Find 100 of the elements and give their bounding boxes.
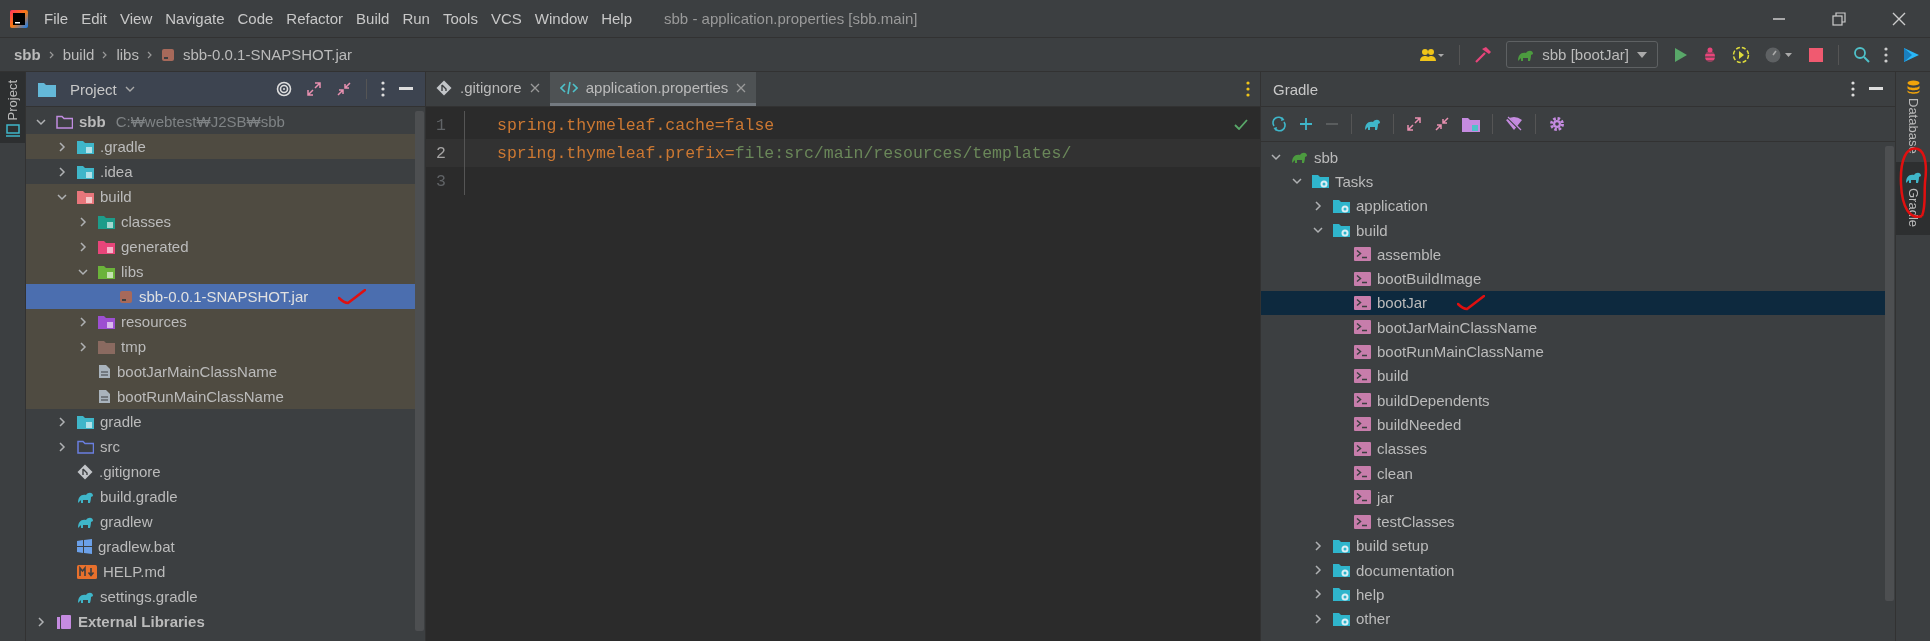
- chevron-right-icon[interactable]: [1313, 540, 1323, 551]
- tree-item[interactable]: buildNeeded: [1261, 412, 1885, 437]
- chevron-right-icon[interactable]: [78, 216, 88, 227]
- tree-item[interactable]: assemble: [1261, 242, 1885, 267]
- menu-item[interactable]: Help: [601, 10, 633, 27]
- chevron-right-icon[interactable]: [1313, 613, 1323, 624]
- chevron-down-icon[interactable]: [57, 191, 67, 202]
- tree-item[interactable]: jar: [1261, 485, 1885, 510]
- more-icon[interactable]: [1884, 46, 1888, 63]
- chevron-right-icon[interactable]: [57, 441, 67, 452]
- tree-item[interactable]: help: [1261, 582, 1885, 607]
- close-icon[interactable]: [529, 82, 540, 93]
- more-icon[interactable]: [1246, 81, 1250, 97]
- stop-icon[interactable]: [1808, 46, 1824, 63]
- chevron-down-icon[interactable]: [1292, 176, 1302, 187]
- tree-item[interactable]: External Libraries: [26, 609, 415, 634]
- tree-item[interactable]: bootRunMainClassName: [1261, 339, 1885, 364]
- tree-item[interactable]: clean: [1261, 460, 1885, 486]
- chevron-right-icon[interactable]: [78, 241, 88, 252]
- editor-tab[interactable]: application.properties: [549, 72, 757, 106]
- tree-item[interactable]: build.gradle: [26, 484, 415, 509]
- chevron-right-icon[interactable]: [57, 141, 67, 152]
- chevron-right-icon[interactable]: [78, 341, 88, 352]
- more-icon[interactable]: [1851, 81, 1855, 97]
- bug-icon[interactable]: [1702, 46, 1718, 63]
- tree-item[interactable]: build: [1261, 363, 1885, 388]
- collapse-all-icon[interactable]: [336, 81, 352, 97]
- tree-item[interactable]: sbb-0.0.1-SNAPSHOT.jar: [26, 284, 415, 309]
- chevron-right-icon[interactable]: [36, 616, 46, 627]
- chevron-down-icon[interactable]: [36, 116, 46, 127]
- caret-icon[interactable]: [124, 86, 135, 92]
- tree-item[interactable]: tmp: [26, 334, 415, 359]
- chevron-right-icon[interactable]: [57, 166, 67, 177]
- tree-item[interactable]: HELP.md: [26, 559, 415, 584]
- minimize-icon[interactable]: [399, 87, 413, 91]
- menu-item[interactable]: Navigate: [165, 10, 225, 27]
- tree-item[interactable]: bootJarMainClassName: [26, 359, 415, 384]
- folder-icon[interactable]: [1462, 116, 1480, 132]
- tree-item[interactable]: build setup: [1261, 533, 1885, 559]
- menu-item[interactable]: Refactor: [286, 10, 344, 27]
- tree-item[interactable]: bootJar: [1261, 290, 1885, 316]
- tree-item[interactable]: resources: [26, 309, 415, 334]
- tool-window-tab[interactable]: Database: [1896, 72, 1930, 162]
- scrollbar[interactable]: [1885, 146, 1894, 601]
- tree-item[interactable]: documentation: [1261, 558, 1885, 583]
- offline-mode-icon[interactable]: [1505, 116, 1523, 132]
- tree-item[interactable]: testClasses: [1261, 509, 1885, 534]
- chevron-right-icon[interactable]: [1313, 200, 1323, 211]
- menu-item[interactable]: Code: [237, 10, 274, 27]
- gauge-icon[interactable]: [1764, 45, 1794, 64]
- tree-item[interactable]: .gitignore: [26, 459, 415, 484]
- minimize-icon[interactable]: [1869, 87, 1883, 91]
- menu-item[interactable]: Build: [356, 10, 390, 27]
- scrollbar[interactable]: [415, 111, 424, 631]
- users-icon[interactable]: [1419, 46, 1446, 63]
- menu-item[interactable]: Window: [534, 10, 589, 27]
- tree-item[interactable]: src: [26, 434, 415, 459]
- collapse-all-icon[interactable]: [1434, 116, 1450, 132]
- chevron-down-icon[interactable]: [1313, 225, 1323, 236]
- breadcrumb[interactable]: sbb: [14, 46, 41, 63]
- tree-item[interactable]: .gradle: [26, 134, 415, 159]
- search-icon[interactable]: [1853, 46, 1870, 63]
- code-with-me-icon[interactable]: [1902, 45, 1920, 64]
- menu-item[interactable]: View: [120, 10, 153, 27]
- refresh-icon[interactable]: [1271, 116, 1287, 132]
- coverage-icon[interactable]: [1732, 45, 1750, 64]
- chevron-right-icon[interactable]: [1313, 565, 1323, 576]
- chevron-right-icon[interactable]: [1313, 589, 1323, 600]
- panel-title[interactable]: Project: [70, 80, 117, 98]
- breadcrumb[interactable]: sbb-0.0.1-SNAPSHOT.jar: [182, 46, 353, 63]
- tree-item[interactable]: sbb: [1261, 145, 1885, 170]
- settings-icon[interactable]: [1548, 115, 1566, 133]
- tree-item[interactable]: bootRunMainClassName: [26, 384, 415, 409]
- tree-item[interactable]: gradlew: [26, 509, 415, 534]
- tree-item[interactable]: gradlew.bat: [26, 534, 415, 559]
- close-icon[interactable]: [1892, 11, 1906, 26]
- tree-item[interactable]: bootJarMainClassName: [1261, 315, 1885, 340]
- tree-item[interactable]: classes: [1261, 436, 1885, 461]
- target-icon[interactable]: [276, 81, 292, 97]
- run-icon[interactable]: [1672, 46, 1688, 63]
- tree-item[interactable]: libs: [26, 259, 415, 284]
- editor-tab[interactable]: .gitignore: [426, 72, 550, 106]
- chevron-right-icon[interactable]: [57, 416, 67, 427]
- restore-icon[interactable]: [1832, 11, 1846, 26]
- tree-item[interactable]: Tasks: [1261, 169, 1885, 194]
- tool-window-tab[interactable]: Project: [0, 72, 25, 144]
- tree-item[interactable]: classes: [26, 209, 415, 234]
- tree-item[interactable]: sbb C:₩webtest₩J2SB₩sbb: [26, 109, 415, 134]
- menu-item[interactable]: Edit: [81, 10, 108, 27]
- chevron-down-icon[interactable]: [78, 266, 88, 277]
- tree-item[interactable]: build: [26, 184, 415, 209]
- tree-item[interactable]: settings.gradle: [26, 584, 415, 609]
- tree-item[interactable]: .idea: [26, 159, 415, 184]
- more-icon[interactable]: [381, 81, 385, 97]
- chevron-right-icon[interactable]: [78, 316, 88, 327]
- tree-item[interactable]: generated: [26, 234, 415, 259]
- tree-item[interactable]: gradle: [26, 409, 415, 434]
- tree-item[interactable]: buildDependents: [1261, 387, 1885, 413]
- menu-item[interactable]: Run: [402, 10, 430, 27]
- run-configuration-dropdown[interactable]: sbb [bootJar]: [1506, 41, 1658, 68]
